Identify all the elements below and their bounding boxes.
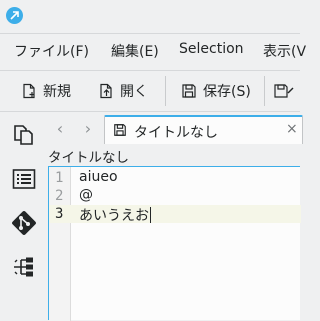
toolbar: 新規 開く 保存(S) bbox=[0, 72, 300, 110]
toolbar-separator bbox=[165, 76, 166, 106]
app-icon bbox=[6, 7, 23, 24]
editor-line-current[interactable]: 3 あいうえお bbox=[49, 205, 301, 225]
line-number: 1 bbox=[55, 170, 64, 186]
sidebar-item-projects[interactable] bbox=[9, 252, 39, 282]
document-title: タイトルなし bbox=[48, 150, 129, 166]
new-file-icon bbox=[23, 83, 35, 99]
line-text: あいうえお bbox=[79, 208, 149, 224]
git-icon bbox=[12, 211, 36, 235]
save-button-label: 保存(S) bbox=[203, 84, 251, 100]
tab-untitled[interactable]: タイトルなし × bbox=[104, 115, 303, 144]
editor-line[interactable]: 1 aiueo bbox=[49, 169, 301, 187]
save-button[interactable]: 保存(S) bbox=[181, 80, 251, 102]
documents-icon bbox=[14, 125, 33, 145]
menu-edit[interactable]: 編集(E) bbox=[111, 41, 159, 61]
title-bar bbox=[0, 0, 300, 32]
editor-line[interactable]: 2 @ bbox=[49, 187, 301, 205]
menu-file[interactable]: ファイル(F) bbox=[14, 41, 89, 61]
line-text-wrap: あいうえお bbox=[79, 205, 151, 225]
new-button-label: 新規 bbox=[43, 84, 71, 100]
sidebar-item-documents[interactable] bbox=[9, 120, 39, 150]
save-icon bbox=[182, 84, 196, 98]
save-icon bbox=[114, 124, 126, 136]
line-text: aiueo bbox=[79, 169, 118, 185]
sidebar bbox=[0, 112, 46, 320]
sidebar-item-git[interactable] bbox=[9, 208, 39, 238]
menu-view[interactable]: 表示(V bbox=[263, 41, 306, 61]
open-file-icon bbox=[100, 83, 112, 99]
text-editor[interactable]: 1 aiueo 2 @ 3 あいうえお bbox=[48, 166, 301, 321]
tab-forward-button[interactable]: › bbox=[81, 120, 95, 138]
save-as-button[interactable] bbox=[273, 80, 301, 102]
open-button-label: 開く bbox=[120, 84, 148, 100]
close-icon[interactable]: × bbox=[286, 121, 298, 137]
open-button[interactable]: 開く bbox=[98, 80, 148, 102]
divider bbox=[0, 70, 300, 71]
tab-back-button[interactable]: ‹ bbox=[53, 120, 67, 138]
line-number: 3 bbox=[55, 206, 64, 222]
text-cursor bbox=[150, 207, 151, 223]
line-number: 2 bbox=[55, 188, 64, 204]
tab-label: タイトルなし bbox=[134, 125, 218, 141]
menu-bar: ファイル(F) 編集(E) Selection 表示(V bbox=[0, 34, 306, 66]
branch-icon bbox=[14, 257, 33, 277]
toolbar-separator bbox=[264, 76, 265, 106]
new-button[interactable]: 新規 bbox=[21, 80, 71, 102]
line-text: @ bbox=[79, 187, 93, 203]
tab-bar: ‹ › タイトルなし × bbox=[46, 114, 303, 144]
menu-selection[interactable]: Selection bbox=[179, 41, 244, 57]
save-as-icon bbox=[274, 84, 294, 98]
list-icon bbox=[12, 169, 36, 189]
sidebar-item-symbols[interactable] bbox=[9, 164, 39, 194]
